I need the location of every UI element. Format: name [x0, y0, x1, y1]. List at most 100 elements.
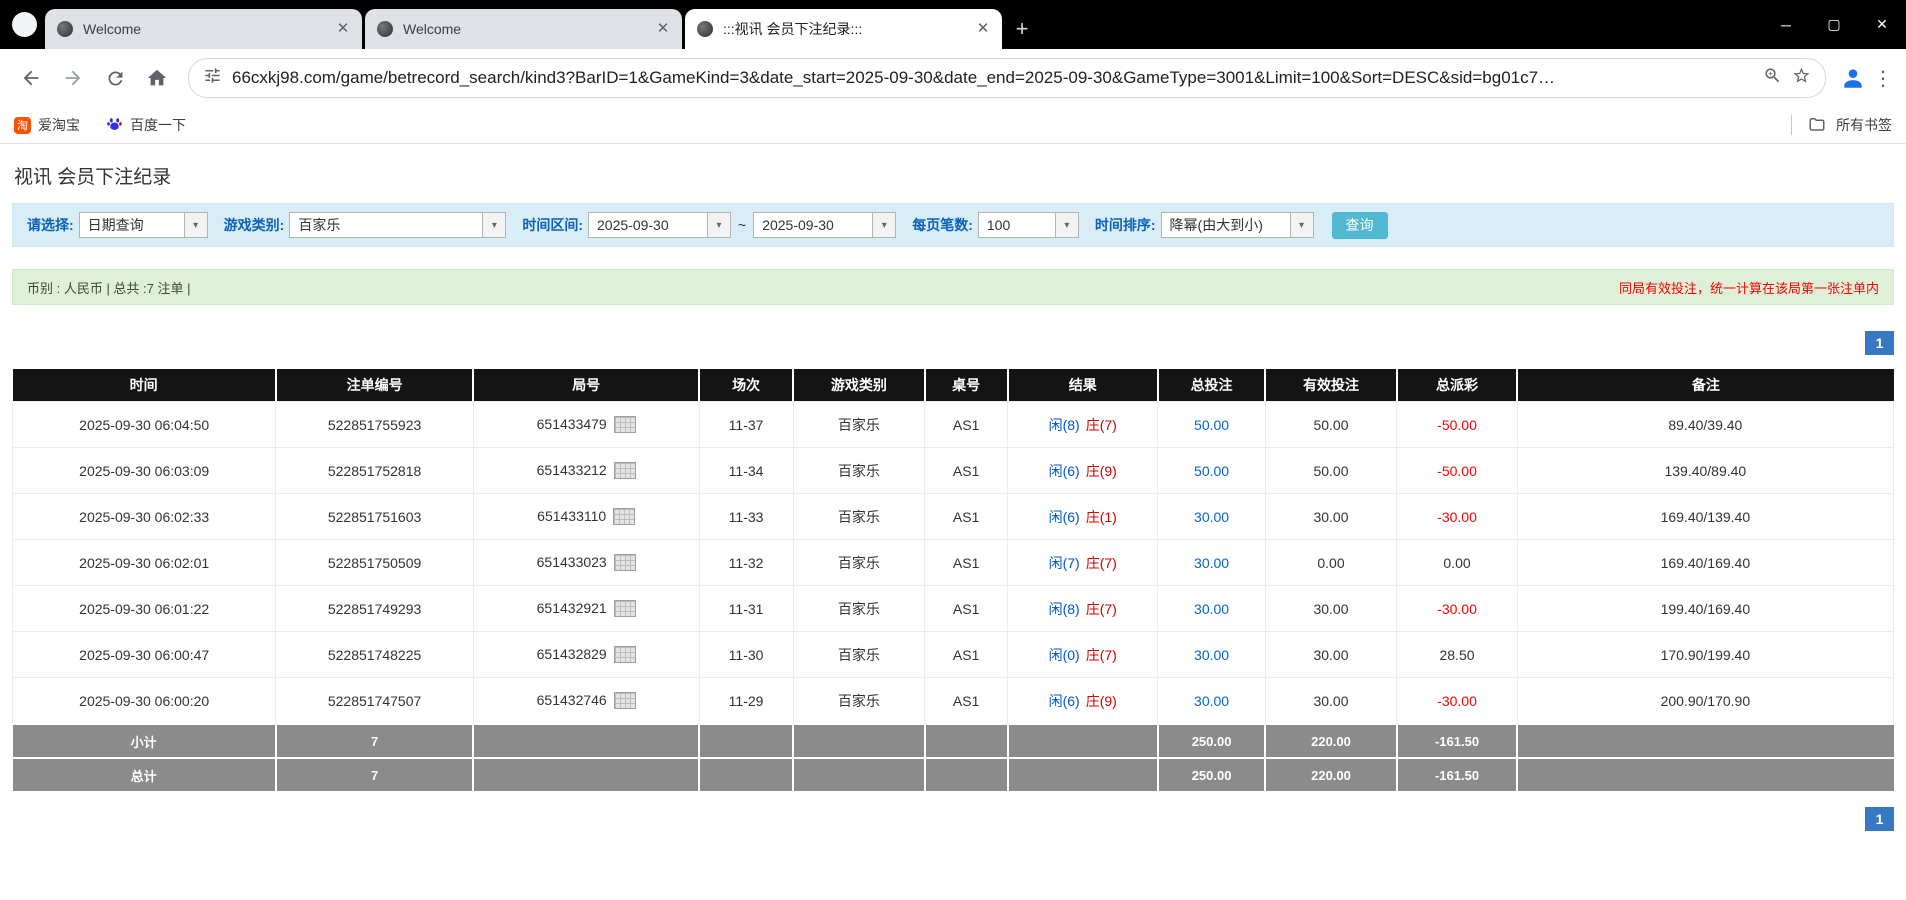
col-remark: 备注	[1517, 369, 1893, 402]
total-bet-link[interactable]: 30.00	[1194, 509, 1229, 525]
address-bar[interactable]: 66cxkj98.com/game/betrecord_search/kind3…	[188, 58, 1826, 98]
total-total-bet: 250.00	[1158, 758, 1265, 791]
game-board-icon[interactable]	[614, 600, 636, 617]
total-bet-link[interactable]: 50.00	[1194, 417, 1229, 433]
empty-cell	[925, 758, 1008, 791]
total-bet-link[interactable]: 30.00	[1194, 555, 1229, 571]
page-size-dropdown[interactable]: 100 ▾	[978, 212, 1079, 238]
result-banker: 庄(7)	[1086, 647, 1117, 663]
profile-avatar-icon[interactable]	[1836, 61, 1870, 95]
chevron-down-icon[interactable]: ▾	[482, 212, 506, 238]
home-icon[interactable]	[139, 60, 175, 96]
search-button[interactable]: 查询	[1332, 212, 1388, 239]
bet-id-cell: 522851751603	[276, 494, 474, 540]
valid-bet-cell: 30.00	[1265, 586, 1397, 632]
window-close-button[interactable]: ✕	[1858, 0, 1906, 49]
round-cell: 651432921	[473, 586, 699, 632]
subtotal-row: 小计 7 250.00 220.00 -161.50	[13, 724, 1894, 758]
game-kind-value[interactable]: 百家乐	[289, 212, 482, 238]
total-label: 总计	[13, 758, 276, 791]
result-player: 闲(7)	[1049, 555, 1080, 571]
all-bookmarks[interactable]: 所有书签	[1791, 115, 1892, 136]
new-tab-button[interactable]: +	[1005, 9, 1039, 49]
tab-welcome-2[interactable]: Welcome ✕	[365, 9, 682, 49]
date-end-dropdown[interactable]: 2025-09-30 ▾	[753, 212, 896, 238]
date-range-separator: ~	[738, 217, 746, 233]
chevron-down-icon[interactable]: ▾	[872, 212, 896, 238]
table-no-cell: AS1	[925, 632, 1008, 678]
page-1-button[interactable]: 1	[1865, 807, 1894, 831]
tab-close-icon[interactable]: ✕	[334, 20, 352, 38]
result-banker: 庄(9)	[1086, 463, 1117, 479]
total-bet-link[interactable]: 50.00	[1194, 463, 1229, 479]
tab-close-icon[interactable]: ✕	[654, 20, 672, 38]
session-cell: 11-30	[699, 632, 793, 678]
bookmark-baidu[interactable]: 百度一下	[106, 115, 186, 135]
round-number: 651433110	[537, 508, 606, 524]
total-bet-link[interactable]: 30.00	[1194, 647, 1229, 663]
chevron-down-icon[interactable]: ▾	[1290, 212, 1314, 238]
folder-icon	[1808, 115, 1826, 136]
query-type-value[interactable]: 日期查询	[79, 212, 184, 238]
game-board-icon[interactable]	[614, 416, 636, 433]
game-kind-dropdown[interactable]: 百家乐 ▾	[289, 212, 506, 238]
col-game-kind: 游戏类别	[793, 369, 925, 402]
total-bet-link[interactable]: 30.00	[1194, 601, 1229, 617]
url-text[interactable]: 66cxkj98.com/game/betrecord_search/kind3…	[232, 68, 1753, 88]
time-cell: 2025-09-30 06:03:09	[13, 448, 276, 494]
page-1-button[interactable]: 1	[1865, 331, 1894, 355]
tab-title: :::视讯 会员下注纪录:::	[723, 19, 974, 39]
tab-bet-records-active[interactable]: :::视讯 会员下注纪录::: ✕	[685, 9, 1002, 49]
date-start-dropdown[interactable]: 2025-09-30 ▾	[588, 212, 731, 238]
browser-menu-icon[interactable]: ⋮	[1870, 66, 1896, 91]
filter-label-select: 请选择:	[27, 215, 74, 235]
back-icon[interactable]	[13, 60, 49, 96]
game-kind-cell: 百家乐	[793, 448, 925, 494]
site-settings-icon[interactable]	[203, 66, 222, 90]
date-start-value[interactable]: 2025-09-30	[588, 212, 707, 238]
page-title: 视讯 会员下注纪录	[14, 162, 1906, 189]
maximize-button[interactable]: ▢	[1810, 0, 1858, 49]
game-board-icon[interactable]	[614, 462, 636, 479]
remark-cell: 199.40/169.40	[1517, 586, 1893, 632]
bookmark-label: 百度一下	[130, 115, 186, 135]
game-board-icon[interactable]	[614, 692, 636, 709]
summary-note: 同局有效投注，统一计算在该局第一张注单内	[1619, 278, 1879, 297]
filter-label-page-size: 每页笔数:	[912, 215, 973, 235]
chevron-down-icon[interactable]: ▾	[707, 212, 731, 238]
game-board-icon[interactable]	[614, 554, 636, 571]
summary-currency-count: 币别 : 人民币 | 总共 :7 注单 |	[27, 278, 191, 297]
page-size-value[interactable]: 100	[978, 212, 1055, 238]
chevron-down-icon[interactable]: ▾	[1055, 212, 1079, 238]
table-no-cell: AS1	[925, 402, 1008, 448]
game-board-icon[interactable]	[613, 508, 635, 525]
tab-welcome-1[interactable]: Welcome ✕	[45, 9, 362, 49]
col-bet-id: 注单编号	[276, 369, 474, 402]
result-cell: 闲(8)庄(7)	[1008, 402, 1158, 448]
forward-icon[interactable]	[55, 60, 91, 96]
chevron-down-icon[interactable]: ▾	[184, 212, 208, 238]
tab-search-button[interactable]	[12, 12, 37, 37]
empty-cell	[1517, 724, 1893, 758]
minimize-button[interactable]: ─	[1762, 0, 1810, 49]
bookmark-label: 爱淘宝	[38, 115, 80, 135]
reload-icon[interactable]	[97, 60, 133, 96]
bet-id-cell: 522851749293	[276, 586, 474, 632]
table-no-cell: AS1	[925, 448, 1008, 494]
game-board-icon[interactable]	[614, 646, 636, 663]
query-type-dropdown[interactable]: 日期查询 ▾	[79, 212, 208, 238]
empty-cell	[793, 758, 925, 791]
date-end-value[interactable]: 2025-09-30	[753, 212, 872, 238]
zoom-icon[interactable]	[1763, 66, 1782, 90]
round-cell: 651433023	[473, 540, 699, 586]
total-row: 总计 7 250.00 220.00 -161.50	[13, 758, 1894, 791]
sort-dropdown[interactable]: 降幂(由大到小) ▾	[1161, 212, 1314, 238]
total-bet-link[interactable]: 30.00	[1194, 693, 1229, 709]
table-no-cell: AS1	[925, 494, 1008, 540]
bookmark-taobao[interactable]: 淘 爱淘宝	[14, 115, 80, 135]
tab-close-icon[interactable]: ✕	[974, 20, 992, 38]
sort-value[interactable]: 降幂(由大到小)	[1161, 212, 1290, 238]
empty-cell	[1008, 724, 1158, 758]
round-number: 651432921	[537, 600, 607, 616]
bookmark-star-icon[interactable]	[1792, 66, 1811, 90]
